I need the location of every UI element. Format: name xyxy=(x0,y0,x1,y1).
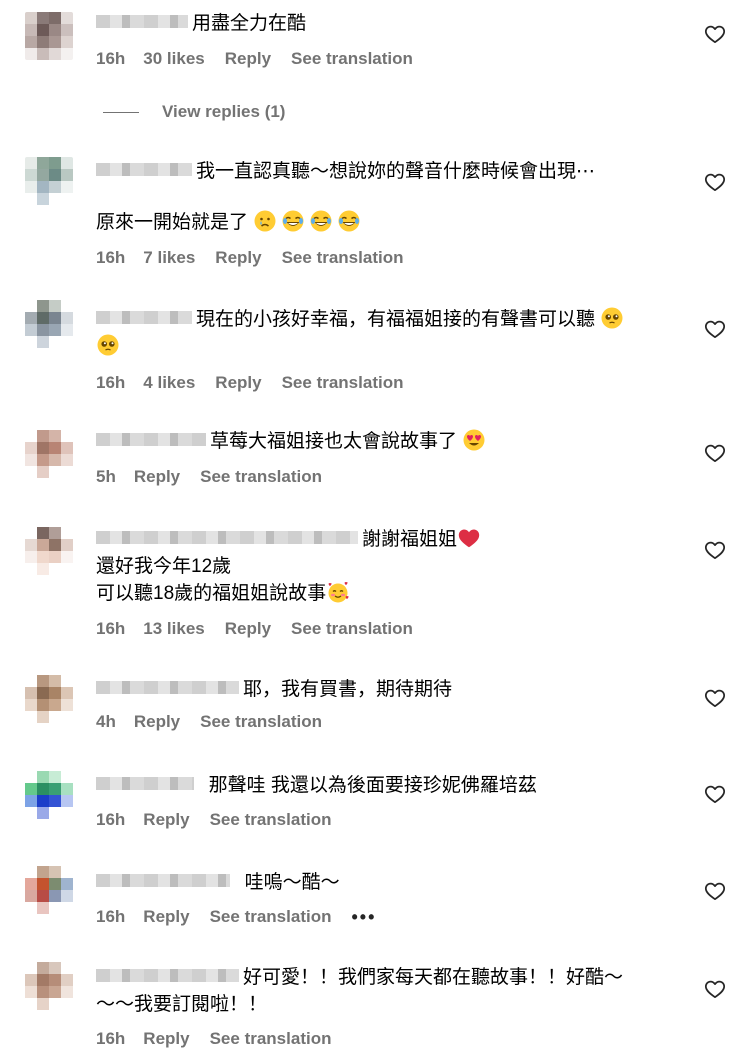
see-translation-button[interactable]: See translation xyxy=(200,712,322,732)
comment-meta: 5h Reply See translation xyxy=(96,465,686,489)
see-translation-button[interactable]: See translation xyxy=(210,1029,332,1049)
likes-count[interactable]: 13 likes xyxy=(143,619,204,639)
comment-meta: 4h Reply See translation xyxy=(96,710,686,734)
comment-text: 現在的小孩好幸福，有福福姐接的有聲書可以聽 xyxy=(96,306,686,333)
comment-meta: 16h 4 likes Reply See translation xyxy=(96,371,686,395)
likes-count[interactable]: 4 likes xyxy=(143,373,195,393)
comment-text: 耶，我有買書，期待期待 xyxy=(96,676,686,703)
comment-meta: 16h Reply See translation xyxy=(96,808,686,832)
comment-time[interactable]: 16h xyxy=(96,907,125,927)
comment-text xyxy=(96,333,686,360)
laughing-tears-emoji-icon xyxy=(309,209,333,233)
comment-text: 我一直認真聽～想說妳的聲音什麼時候會出現⋯ xyxy=(96,158,686,185)
comment-text: 哇嗚～酷～ xyxy=(96,869,686,896)
laughing-tears-emoji-icon xyxy=(281,209,305,233)
comment-text: 那聲哇 我還以為後面要接珍妮佛羅培茲 xyxy=(96,772,686,799)
comment-text: 原來一開始就是了 xyxy=(96,209,686,236)
comment-time[interactable]: 16h xyxy=(96,619,125,639)
heart-outline-icon[interactable] xyxy=(704,318,726,340)
avatar[interactable] xyxy=(25,962,73,1010)
comment-time[interactable]: 16h xyxy=(96,49,125,69)
reply-button[interactable]: Reply xyxy=(225,49,271,69)
view-replies-button[interactable]: View replies (1) xyxy=(103,100,285,124)
username-blurred[interactable] xyxy=(96,311,192,325)
comment-text: ～～我要訂閱啦！！ xyxy=(96,994,268,1015)
pleading-face-emoji-icon xyxy=(96,333,120,357)
heart-outline-icon[interactable] xyxy=(704,23,726,45)
see-translation-button[interactable]: See translation xyxy=(210,907,332,927)
username-blurred[interactable] xyxy=(96,969,239,983)
comment-text: 謝謝福姐姐 xyxy=(96,526,686,553)
reply-button[interactable]: Reply xyxy=(215,373,261,393)
username-blurred[interactable] xyxy=(96,531,358,545)
comment-text: 草莓大福姐接也太會說故事了 xyxy=(96,428,686,455)
avatar[interactable] xyxy=(25,300,73,348)
comment-time[interactable]: 16h xyxy=(96,373,125,393)
crying-emoji-icon xyxy=(253,209,277,233)
comment-text: 用盡全力在酷 xyxy=(96,10,686,37)
comment-time[interactable]: 16h xyxy=(96,248,125,268)
red-heart-emoji-icon xyxy=(457,526,481,550)
comment-meta: 16h 13 likes Reply See translation xyxy=(96,617,686,641)
heart-eyes-emoji-icon xyxy=(462,428,486,452)
reply-button[interactable]: Reply xyxy=(215,248,261,268)
comment-time[interactable]: 5h xyxy=(96,467,116,487)
comment-text: 好可愛！！我們家每天都在聽故事！！好酷～ xyxy=(96,964,686,991)
comment-meta: 16h Reply See translation xyxy=(96,1027,686,1051)
comment-meta: 16h 30 likes Reply See translation xyxy=(96,47,686,71)
username-blurred[interactable] xyxy=(96,15,188,29)
reply-button[interactable]: Reply xyxy=(143,1029,189,1049)
pleading-face-emoji-icon xyxy=(600,306,624,330)
heart-outline-icon[interactable] xyxy=(704,783,726,805)
comment-meta: 16h 7 likes Reply See translation xyxy=(96,246,686,270)
see-translation-button[interactable]: See translation xyxy=(291,49,413,69)
view-replies-label[interactable]: View replies (1) xyxy=(162,102,285,122)
likes-count[interactable]: 7 likes xyxy=(143,248,195,268)
reply-button[interactable]: Reply xyxy=(225,619,271,639)
username-blurred[interactable] xyxy=(96,681,239,695)
avatar[interactable] xyxy=(25,675,73,723)
heart-outline-icon[interactable] xyxy=(704,978,726,1000)
avatar[interactable] xyxy=(25,866,73,914)
reply-button[interactable]: Reply xyxy=(134,712,180,732)
heart-outline-icon[interactable] xyxy=(704,880,726,902)
laughing-tears-emoji-icon xyxy=(337,209,361,233)
username-blurred[interactable] xyxy=(96,777,194,791)
heart-outline-icon[interactable] xyxy=(704,171,726,193)
reply-button[interactable]: Reply xyxy=(143,810,189,830)
avatar[interactable] xyxy=(25,771,73,819)
comment-meta: 16h Reply See translation ••• xyxy=(96,905,686,929)
more-options-icon[interactable]: ••• xyxy=(351,907,376,928)
avatar[interactable] xyxy=(25,430,73,478)
heart-outline-icon[interactable] xyxy=(704,687,726,709)
smiling-hearts-emoji-icon xyxy=(326,580,350,604)
comment-time[interactable]: 16h xyxy=(96,810,125,830)
avatar[interactable] xyxy=(25,12,73,60)
reply-button[interactable]: Reply xyxy=(143,907,189,927)
likes-count[interactable]: 30 likes xyxy=(143,49,204,69)
see-translation-button[interactable]: See translation xyxy=(282,248,404,268)
username-blurred[interactable] xyxy=(96,163,192,177)
avatar[interactable] xyxy=(25,527,73,575)
reply-button[interactable]: Reply xyxy=(134,467,180,487)
see-translation-button[interactable]: See translation xyxy=(200,467,322,487)
divider-line xyxy=(103,111,139,113)
comment-time[interactable]: 4h xyxy=(96,712,116,732)
avatar[interactable] xyxy=(25,157,73,205)
see-translation-button[interactable]: See translation xyxy=(210,810,332,830)
heart-outline-icon[interactable] xyxy=(704,442,726,464)
username-blurred[interactable] xyxy=(96,874,230,888)
comment-time[interactable]: 16h xyxy=(96,1029,125,1049)
see-translation-button[interactable]: See translation xyxy=(291,619,413,639)
see-translation-button[interactable]: See translation xyxy=(282,373,404,393)
heart-outline-icon[interactable] xyxy=(704,539,726,561)
comment-text: 可以聽18歲的福姐姐說故事 xyxy=(96,580,686,607)
comment-text: 還好我今年12歲 xyxy=(96,556,232,577)
username-blurred[interactable] xyxy=(96,433,206,447)
